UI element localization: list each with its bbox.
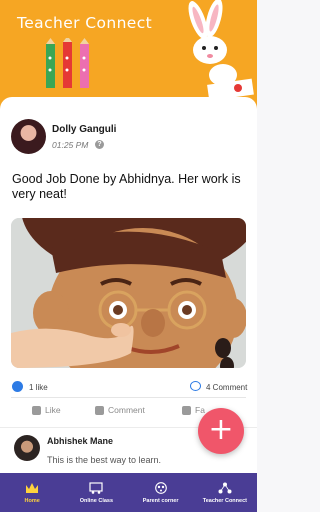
pencils-illustration xyxy=(46,38,89,88)
comment-count-icon xyxy=(190,381,201,391)
nav-label-parent-corner: Parent corner xyxy=(142,497,179,504)
app-header: Teacher Connect xyxy=(0,0,257,110)
author-avatar[interactable] xyxy=(11,119,46,154)
post-image[interactable] xyxy=(11,218,246,368)
bottom-nav: Home Online Class Parent corner Teacher … xyxy=(0,473,257,512)
nav-label-online-class: Online Class xyxy=(79,497,114,504)
info-icon[interactable]: ? xyxy=(95,140,104,149)
nav-label-home: Home xyxy=(24,497,40,504)
nav-item-home[interactable]: Home xyxy=(0,473,64,512)
post-card: Dolly Ganguli 01:25 PM ? Good Job Done b… xyxy=(0,97,257,427)
connect-icon xyxy=(218,482,232,493)
commenter-name: Abhishek Mane xyxy=(47,436,114,446)
thumbs-up-icon xyxy=(32,405,41,415)
comment-count[interactable]: 4 Comment xyxy=(206,383,247,392)
comment-icon xyxy=(95,405,104,415)
heart-icon xyxy=(182,405,191,415)
like-count[interactable]: 1 like xyxy=(29,383,48,392)
nav-label-teacher-connect: Teacher Connect xyxy=(202,497,247,504)
post-stats: 1 like 4 Comment xyxy=(0,381,257,395)
add-post-button[interactable]: + xyxy=(198,408,244,454)
favourite-label: Fa xyxy=(195,405,205,415)
family-icon xyxy=(154,481,167,494)
post-time: 01:25 PM xyxy=(52,140,89,150)
bunny-illustration xyxy=(188,0,254,100)
comment-text: This is the best way to learn. xyxy=(47,455,162,465)
crown-icon xyxy=(26,482,39,493)
nav-item-parent-corner[interactable]: Parent corner xyxy=(129,473,193,512)
like-count-icon xyxy=(12,381,23,392)
favourite-button[interactable]: Fa xyxy=(182,405,205,415)
app-title: Teacher Connect xyxy=(17,14,153,32)
post-author[interactable]: Dolly Ganguli xyxy=(52,124,116,135)
comment-button[interactable]: Comment xyxy=(95,405,145,415)
classroom-icon xyxy=(89,481,103,494)
post-text: Good Job Done by Abhidnya. Her work is v… xyxy=(12,172,241,201)
commenter-avatar xyxy=(14,435,40,461)
nav-item-teacher-connect[interactable]: Teacher Connect xyxy=(193,473,257,512)
nav-item-online-class[interactable]: Online Class xyxy=(64,473,128,512)
divider xyxy=(11,397,246,398)
like-label: Like xyxy=(45,405,61,415)
like-button[interactable]: Like xyxy=(32,405,61,415)
comment-label: Comment xyxy=(108,405,145,415)
